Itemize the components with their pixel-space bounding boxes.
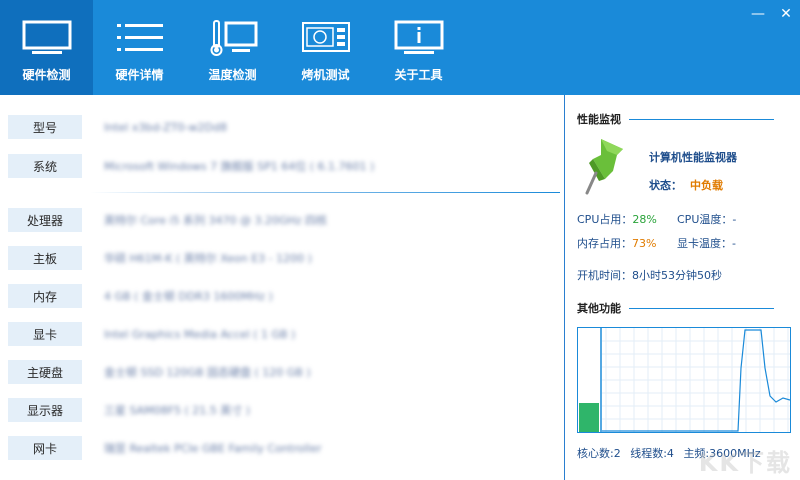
usage-bar bbox=[579, 403, 599, 432]
uptime: 开机时间：8小时53分钟50秒 bbox=[577, 269, 722, 282]
hardware-row: 处理器 英特尔 Core i5 系列 3470 @ 3.20GHz 四核 bbox=[8, 208, 327, 232]
tab-label: 关于工具 bbox=[394, 68, 443, 82]
cpu-temp-value: - bbox=[732, 213, 737, 226]
status-value: 中负载 bbox=[690, 179, 723, 192]
row-label: 系统 bbox=[8, 154, 82, 178]
pushpin-icon bbox=[583, 135, 631, 202]
row-value: 瑞昱 Realtek PCIe GBE Family Controller bbox=[104, 442, 322, 455]
row-label: 显卡 bbox=[8, 322, 82, 346]
top-toolbar: 硬件检测 硬件详情 温度检测 烤机测试 关于工具 — ✕ bbox=[0, 0, 800, 95]
thread-count: 线程数:4 bbox=[630, 447, 674, 460]
tab-hardware-details[interactable]: 硬件详情 bbox=[93, 0, 186, 95]
uptime-value: 8小时53分钟50秒 bbox=[632, 269, 722, 282]
gpu-temp: 显卡温度：- bbox=[677, 237, 736, 250]
hardware-row: 内存 4 GB ( 金士顿 DDR3 1600MHz ) bbox=[8, 284, 273, 308]
window-controls: — ✕ bbox=[744, 0, 800, 28]
thermometer-icon bbox=[207, 18, 259, 58]
cpu-graph-svg bbox=[579, 328, 791, 432]
row-value: Intel Graphics Media Accel ( 1 GB ) bbox=[104, 327, 296, 341]
mem-usage: 内存占用：73% bbox=[577, 237, 657, 250]
hardware-row: 系统 Microsoft Windows 7 旗舰版 SP1 64位 ( 6.1… bbox=[8, 154, 374, 178]
list-icon bbox=[114, 18, 166, 58]
cpu-usage-value: 28% bbox=[632, 213, 657, 226]
row-value: Intel x3bd-ZT0-w2Dd8 bbox=[104, 120, 227, 134]
tab-temperature[interactable]: 温度检测 bbox=[186, 0, 279, 95]
cpu-graph bbox=[577, 327, 791, 433]
hardware-row: 主板 华硕 H61M-K ( 英特尔 Xeon E3 - 1200 ) bbox=[8, 246, 312, 270]
watermark-logo: KK下载 bbox=[698, 449, 792, 477]
info-icon bbox=[393, 18, 445, 58]
gpu-temp-value: - bbox=[732, 237, 736, 250]
row-value: 三星 SAM08F5 ( 21.5 英寸 ) bbox=[104, 404, 251, 417]
mem-usage-value: 73% bbox=[632, 237, 657, 250]
tab-label: 烤机测试 bbox=[301, 68, 350, 82]
hardware-panel: 型号 Intel x3bd-ZT0-w2Dd8 系统 Microsoft Win… bbox=[0, 95, 564, 480]
row-value: Microsoft Windows 7 旗舰版 SP1 64位 ( 6.1.76… bbox=[104, 160, 375, 173]
gpu-card-icon bbox=[300, 18, 352, 58]
row-label: 型号 bbox=[8, 115, 82, 139]
tab-label: 硬件详情 bbox=[115, 68, 164, 82]
hardware-row: 显卡 Intel Graphics Media Accel ( 1 GB ) bbox=[8, 322, 295, 346]
minimize-icon[interactable]: — bbox=[744, 0, 772, 28]
row-label: 主硬盘 bbox=[8, 360, 82, 384]
cpu-temp: CPU温度：- bbox=[677, 213, 737, 226]
tab-label: 硬件检测 bbox=[22, 68, 71, 82]
row-label: 显示器 bbox=[8, 398, 82, 422]
tab-burn-in[interactable]: 烤机测试 bbox=[279, 0, 372, 95]
row-value: 4 GB ( 金士顿 DDR3 1600MHz ) bbox=[104, 290, 273, 303]
hardware-row: 网卡 瑞昱 Realtek PCIe GBE Family Controller bbox=[8, 436, 322, 460]
section-title-monitor: 性能监视 bbox=[577, 111, 774, 127]
tab-label: 温度检测 bbox=[208, 68, 257, 82]
section-divider bbox=[90, 192, 560, 193]
core-count: 核心数:2 bbox=[577, 447, 621, 460]
row-label: 网卡 bbox=[8, 436, 82, 460]
monitor-icon bbox=[21, 18, 73, 58]
row-label: 处理器 bbox=[8, 208, 82, 232]
row-label: 主板 bbox=[8, 246, 82, 270]
monitor-panel: 性能监视 计算机性能监视器 状态： 中负载 CPU占用：28% CPU温度：- 内… bbox=[565, 95, 800, 480]
tab-about[interactable]: 关于工具 bbox=[372, 0, 465, 95]
cpu-usage: CPU占用：28% bbox=[577, 213, 657, 226]
monitor-title: 计算机性能监视器 bbox=[649, 151, 737, 164]
row-label: 内存 bbox=[8, 284, 82, 308]
section-title-other: 其他功能 bbox=[577, 300, 774, 316]
row-value: 华硕 H61M-K ( 英特尔 Xeon E3 - 1200 ) bbox=[104, 252, 312, 265]
monitor-status: 状态： 中负载 bbox=[649, 179, 723, 192]
tab-hardware-detect[interactable]: 硬件检测 bbox=[0, 0, 93, 95]
row-value: 金士顿 SSD 120GB 固态硬盘 ( 120 GB ) bbox=[104, 366, 311, 379]
close-icon[interactable]: ✕ bbox=[772, 0, 800, 28]
hardware-row: 主硬盘 金士顿 SSD 120GB 固态硬盘 ( 120 GB ) bbox=[8, 360, 311, 384]
row-value: 英特尔 Core i5 系列 3470 @ 3.20GHz 四核 bbox=[104, 214, 328, 227]
hardware-row: 显示器 三星 SAM08F5 ( 21.5 英寸 ) bbox=[8, 398, 250, 422]
hardware-row: 型号 Intel x3bd-ZT0-w2Dd8 bbox=[8, 115, 227, 139]
